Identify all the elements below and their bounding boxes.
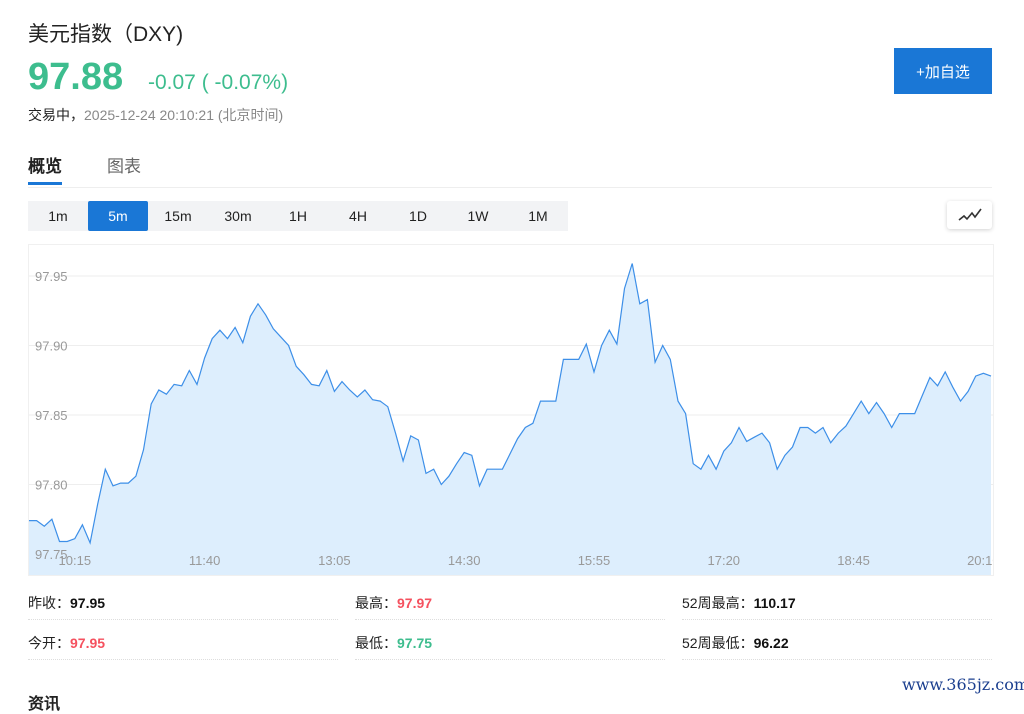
status-label: 交易中， [28, 107, 84, 123]
stat-label: 最高： [355, 595, 397, 611]
add-watchlist-button[interactable]: +加自选 [894, 48, 992, 94]
x-tick-label: 17:20 [708, 553, 741, 568]
stat-label: 最低： [355, 635, 397, 651]
x-tick-label: 13:05 [318, 553, 351, 568]
stat-high: 最高：97.97 [355, 582, 665, 620]
stat-52w-high: 52周最高：110.17 [682, 582, 992, 620]
period-5m[interactable]: 5m [88, 201, 148, 231]
tab-overview[interactable]: 概览 [28, 152, 62, 177]
y-tick-label: 97.85 [35, 408, 68, 423]
x-tick-label: 18:45 [837, 553, 870, 568]
tab-chart[interactable]: 图表 [107, 152, 141, 177]
stat-value: 110.17 [754, 595, 796, 611]
stat-low: 最低：97.75 [355, 622, 665, 660]
x-tick-label: 20:10 [967, 553, 994, 568]
stat-value: 97.95 [70, 635, 105, 651]
chart-type-button[interactable] [947, 201, 992, 229]
line-chart-icon [957, 207, 983, 223]
stat-value: 97.95 [70, 595, 105, 611]
y-tick-label: 97.80 [35, 478, 68, 493]
period-1mo[interactable]: 1M [508, 201, 568, 231]
stat-value: 97.97 [397, 595, 432, 611]
trading-status: 交易中，2025-12-24 20:10:21 (北京时间) [28, 105, 283, 125]
stat-label: 昨收： [28, 595, 70, 611]
stat-value: 97.75 [397, 635, 432, 651]
period-1w[interactable]: 1W [448, 201, 508, 231]
news-heading: 资讯 [28, 690, 60, 714]
price-change: -0.07 ( -0.07%) [148, 71, 288, 95]
period-30m[interactable]: 30m [208, 201, 268, 231]
period-selector: 1m 5m 15m 30m 1H 4H 1D 1W 1M [28, 201, 568, 231]
timezone: (北京时间) [218, 107, 283, 123]
tab-bar: 概览 图表 [28, 146, 992, 188]
period-1h[interactable]: 1H [268, 201, 328, 231]
stat-value: 96.22 [754, 635, 789, 651]
stat-open: 今开：97.95 [28, 622, 338, 660]
stat-label: 52周最高： [682, 595, 754, 611]
page-title: 美元指数（DXY) [28, 18, 183, 48]
stat-label: 今开： [28, 635, 70, 651]
period-1m[interactable]: 1m [28, 201, 88, 231]
y-tick-label: 97.95 [35, 269, 68, 284]
area-fill [29, 264, 991, 577]
watermark: www.365jz.com [902, 675, 1024, 694]
x-tick-label: 14:30 [448, 553, 481, 568]
period-15m[interactable]: 15m [148, 201, 208, 231]
x-tick-label: 15:55 [578, 553, 611, 568]
price-chart[interactable]: 97.9597.9097.8597.8097.7510:1511:4013:05… [28, 244, 994, 576]
stat-prev-close: 昨收：97.95 [28, 582, 338, 620]
stat-label: 52周最低： [682, 635, 754, 651]
y-tick-label: 97.90 [35, 339, 68, 354]
period-1d[interactable]: 1D [388, 201, 448, 231]
timestamp: 2025-12-24 20:10:21 [84, 107, 214, 123]
period-4h[interactable]: 4H [328, 201, 388, 231]
x-tick-label: 10:15 [59, 553, 92, 568]
current-price: 97.88 [28, 56, 123, 99]
stat-52w-low: 52周最低：96.22 [682, 622, 992, 660]
x-tick-label: 11:40 [189, 553, 221, 568]
